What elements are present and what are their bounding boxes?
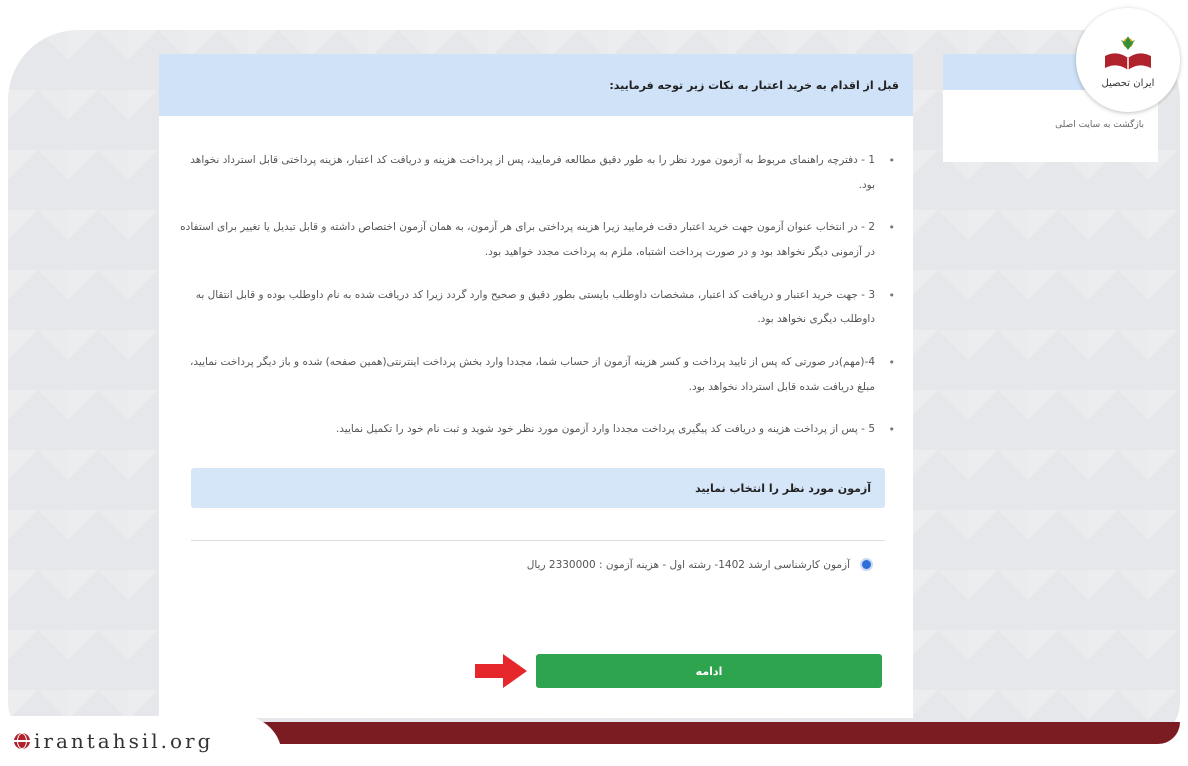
logo-text: ایران تحصیل xyxy=(1101,77,1155,89)
watermark-text: irantahsil.org xyxy=(34,729,214,753)
rule-item: 4-(مهم)در صورتی که پس از تایید پرداخت و … xyxy=(179,350,899,399)
main-panel: قبل از اقدام به خرید اعتبار به نکات زیر … xyxy=(159,54,913,718)
continue-button[interactable]: ادامه xyxy=(536,654,882,688)
exam-option-label: آزمون کارشناسی ارشد 1402- رشته اول - هزی… xyxy=(526,558,850,571)
red-arrow-icon xyxy=(475,654,527,688)
exam-option[interactable]: آزمون کارشناسی ارشد 1402- رشته اول - هزی… xyxy=(527,558,873,571)
bottom-strip xyxy=(150,722,1180,744)
rule-item: 2 - در انتخاب عنوان آزمون جهت خرید اعتبا… xyxy=(179,215,899,264)
book-logo-icon xyxy=(1105,35,1151,70)
watermark: irantahsil.org xyxy=(0,716,282,766)
divider xyxy=(191,540,885,541)
globe-icon xyxy=(14,733,30,749)
rules-list: 1 - دفترچه راهنمای مربوط به آزمون مورد ن… xyxy=(159,116,913,443)
notice-header: قبل از اقدام به خرید اعتبار به نکات زیر … xyxy=(159,54,913,116)
rule-item: 5 - پس از پرداخت هزینه و دریافت کد پیگیر… xyxy=(179,417,899,443)
rule-item: 3 - جهت خرید اعتبار و دریافت کد اعتبار، … xyxy=(179,283,899,332)
logo: ایران تحصیل xyxy=(1076,8,1180,112)
rule-item: 1 - دفترچه راهنمای مربوط به آزمون مورد ن… xyxy=(179,148,899,197)
select-exam-title: آزمون مورد نظر را انتخاب نمایید xyxy=(191,468,885,508)
radio-selected-icon[interactable] xyxy=(860,558,873,571)
